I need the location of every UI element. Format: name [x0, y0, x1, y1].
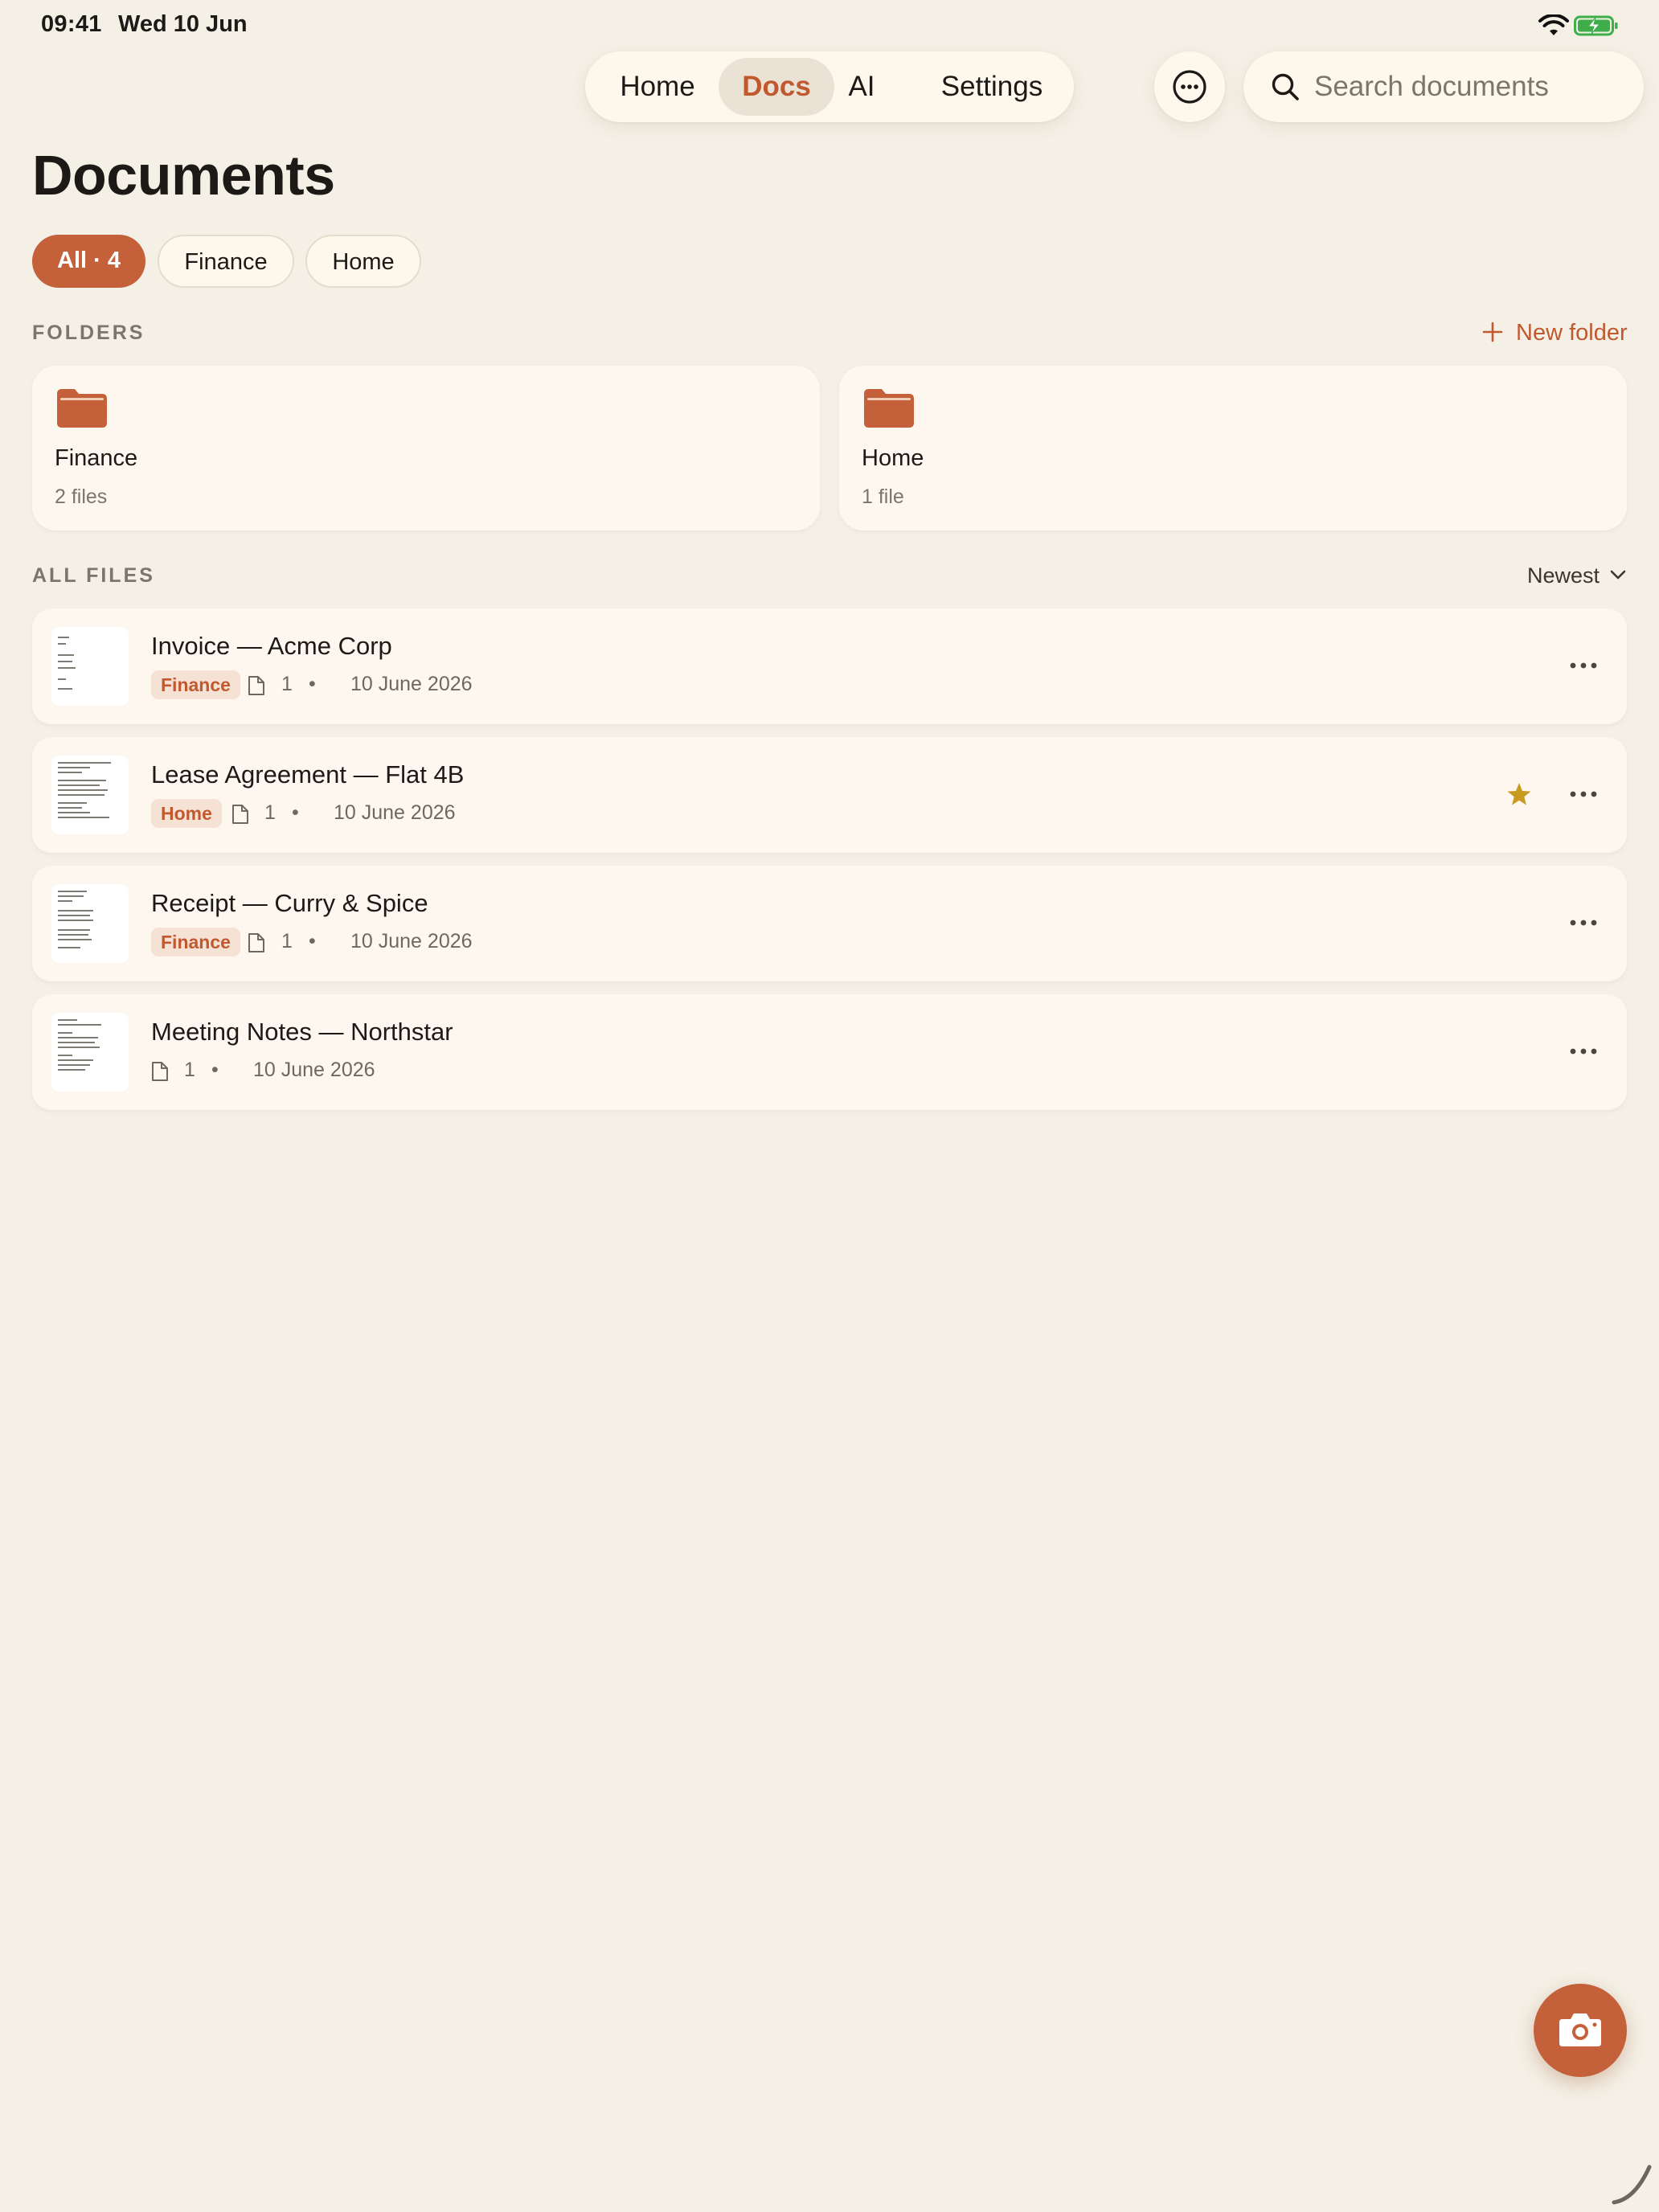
camera-scan-button[interactable] [1534, 1984, 1627, 2077]
document-thumbnail [51, 627, 129, 706]
file-date: 10 June 2026 [350, 930, 473, 952]
star-icon[interactable] [1506, 781, 1532, 807]
file-more-button[interactable] [1559, 907, 1608, 940]
file-row-receipt[interactable]: Receipt — Curry & Spice Finance 1 • 10 J… [32, 866, 1627, 981]
folder-name: Finance [55, 445, 138, 471]
tab-ai[interactable]: AI [838, 58, 886, 116]
meta-separator: • [309, 930, 316, 952]
folder-icon [57, 389, 107, 428]
sort-dropdown[interactable]: Newest [1527, 561, 1628, 590]
document-thumbnail [51, 884, 129, 963]
status-time: 09:41 [41, 11, 102, 37]
search-input[interactable] [1314, 63, 1628, 111]
file-more-button[interactable] [1559, 779, 1608, 811]
new-folder-label: New folder [1516, 320, 1628, 346]
tab-settings[interactable]: Settings [921, 58, 1063, 116]
ellipsis-icon [1570, 791, 1597, 797]
document-thumbnail [51, 756, 129, 834]
file-row-lease[interactable]: Lease Agreement — Flat 4B Home 1 • 10 Ju… [32, 737, 1627, 853]
battery-charging-icon [1574, 15, 1618, 36]
file-title: Lease Agreement — Flat 4B [151, 760, 465, 789]
page-count-icon [152, 1062, 168, 1081]
ellipsis-icon [1570, 1048, 1597, 1055]
folders-section-label: FOLDERS [32, 322, 145, 344]
page-count-icon [248, 676, 264, 695]
page-count: 1 [281, 673, 293, 695]
file-title: Meeting Notes — Northstar [151, 1018, 453, 1046]
filter-chip-finance[interactable]: Finance [158, 235, 294, 288]
file-row-invoice[interactable]: Invoice — Acme Corp Finance 1 • 10 June … [32, 608, 1627, 724]
folder-card-finance[interactable]: Finance 2 files [32, 366, 820, 530]
page-count-icon [232, 805, 248, 824]
new-folder-button[interactable]: New folder [1482, 318, 1628, 347]
camera-icon [1559, 2013, 1601, 2046]
page-count: 1 [264, 801, 276, 824]
tab-home[interactable]: Home [592, 58, 723, 116]
folder-file-count: 1 file [862, 485, 904, 508]
file-tag: Finance [151, 928, 240, 956]
meta-separator: • [292, 801, 299, 824]
filter-chip-home[interactable]: Home [305, 235, 421, 288]
tab-docs[interactable]: Docs [719, 58, 834, 116]
folder-name: Home [862, 445, 924, 471]
plus-icon [1482, 322, 1503, 342]
meta-separator: • [309, 673, 316, 695]
page-count-icon [248, 933, 264, 952]
file-title: Receipt — Curry & Spice [151, 889, 428, 917]
folder-file-count: 2 files [55, 485, 108, 508]
page-count: 1 [184, 1059, 195, 1081]
sort-label: Newest [1527, 563, 1600, 588]
file-more-button[interactable] [1559, 1036, 1608, 1068]
all-files-section-label: ALL FILES [32, 564, 155, 587]
ellipsis-icon [1570, 662, 1597, 669]
search-icon [1272, 73, 1299, 100]
ellipsis-circle-icon [1173, 70, 1206, 104]
ellipsis-icon [1570, 920, 1597, 926]
file-date: 10 June 2026 [350, 673, 473, 695]
status-date: Wed 10 Jun [118, 11, 248, 37]
wifi-icon [1538, 14, 1569, 35]
document-thumbnail [51, 1013, 129, 1092]
file-row-meeting-notes[interactable]: Meeting Notes — Northstar 1 • 10 June 20… [32, 994, 1627, 1110]
page-title: Documents [32, 144, 335, 207]
file-tag: Home [151, 799, 222, 828]
more-options-button[interactable] [1154, 51, 1225, 122]
resize-handle-icon[interactable] [1611, 2162, 1656, 2207]
file-date: 10 June 2026 [253, 1059, 375, 1081]
file-tag: Finance [151, 670, 240, 699]
folder-icon [864, 389, 914, 428]
file-title: Invoice — Acme Corp [151, 632, 392, 660]
file-date: 10 June 2026 [334, 801, 456, 824]
filter-chip-all[interactable]: All · 4 [32, 235, 145, 288]
meta-separator: • [211, 1059, 219, 1081]
top-tab-bar: Home Docs AI Settings [585, 51, 1074, 122]
page-count: 1 [281, 930, 293, 952]
status-bar: 09:41 Wed 10 Jun [0, 0, 1659, 51]
file-more-button[interactable] [1559, 650, 1608, 682]
chevron-down-icon [1610, 570, 1626, 580]
folder-card-home[interactable]: Home 1 file [839, 366, 1627, 530]
search-bar[interactable] [1243, 51, 1644, 122]
